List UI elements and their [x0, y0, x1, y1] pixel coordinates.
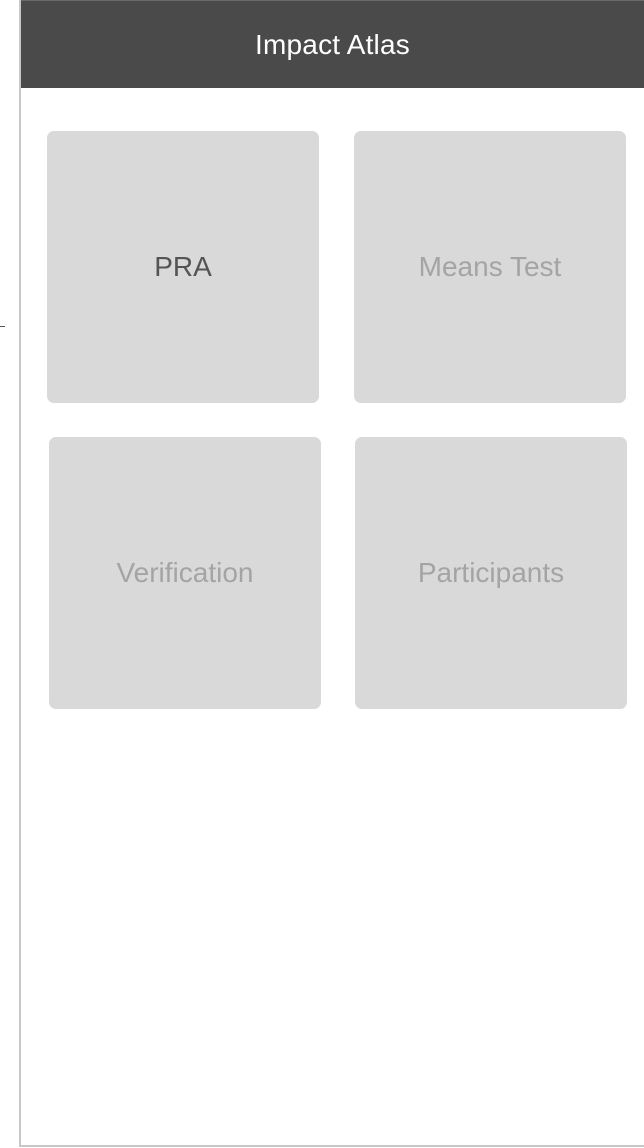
app-title: Impact Atlas — [255, 28, 410, 60]
tile-participants-label: Participants — [417, 557, 565, 588]
tile-participants-button[interactable]: Participants — [355, 437, 627, 709]
edge-marker — [0, 326, 5, 327]
tile-verification-button[interactable]: Verification — [49, 437, 321, 709]
app-header: Impact Atlas — [21, 0, 644, 88]
tile-means-test-label: Means Test — [418, 251, 562, 282]
tile-means-test-button[interactable]: Means Test — [354, 131, 626, 403]
tile-pra-label: PRA — [154, 251, 212, 282]
tile-verification-label: Verification — [116, 557, 254, 588]
app-screen: Impact Atlas PRA Means Test Verification… — [19, 0, 644, 1147]
tile-pra-button[interactable]: PRA — [47, 131, 319, 403]
